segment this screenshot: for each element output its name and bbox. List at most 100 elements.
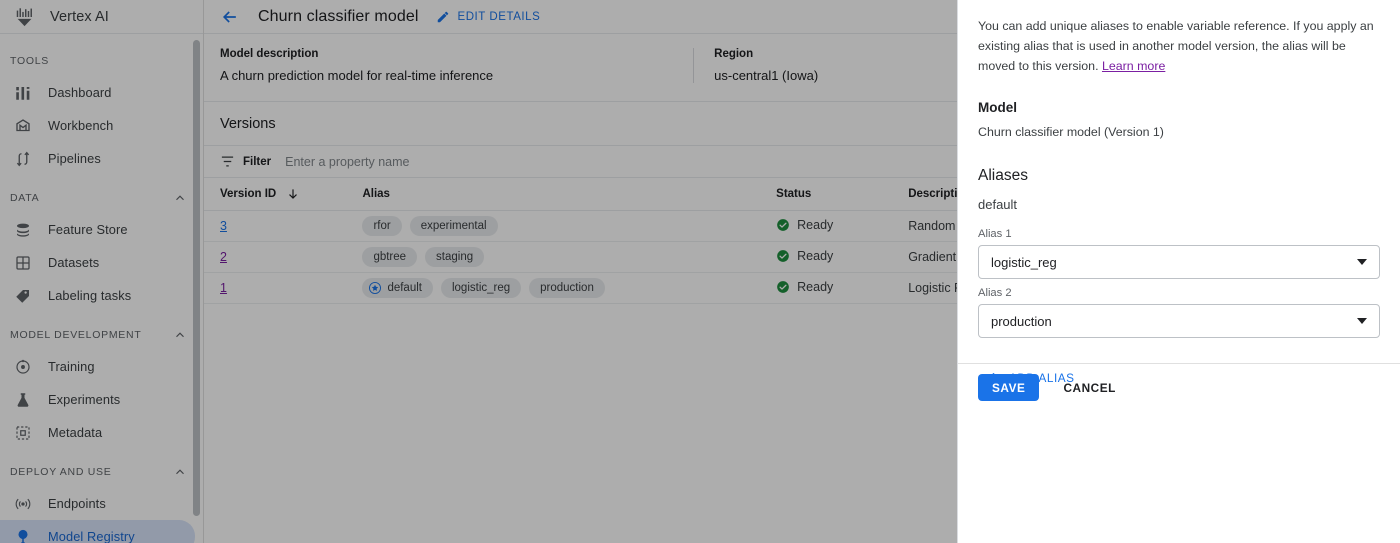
version-id-link[interactable]: 3 (220, 219, 227, 233)
panel-body: You can add unique aliases to enable var… (958, 0, 1400, 391)
sidebar-section-label: DATA (10, 192, 40, 204)
learn-more-link[interactable]: Learn more (1102, 59, 1165, 73)
alias-chip-group: default logistic_reg production (362, 278, 776, 298)
alias-chip: gbtree (362, 247, 418, 267)
sidebar-item-pipelines[interactable]: Pipelines (0, 142, 195, 175)
sidebar-item-workbench[interactable]: Workbench (0, 109, 195, 142)
sidebar-section-label: DEPLOY AND USE (10, 466, 112, 478)
sidebar-item-label: Model Registry (48, 529, 135, 543)
alias-1-select[interactable]: logistic_reg (978, 245, 1380, 279)
alias-field-2: Alias 2 production (978, 287, 1380, 338)
alias-2-value: production (991, 313, 1052, 329)
sidebar-item-labeling-tasks[interactable]: Labeling tasks (0, 279, 195, 312)
sidebar-item-dashboard[interactable]: Dashboard (0, 76, 195, 109)
region-value: us-central1 (Iowa) (714, 68, 819, 83)
status-badge: Ready (776, 249, 833, 263)
version-id-link[interactable]: 1 (220, 281, 227, 295)
vertex-ai-logo-icon (16, 7, 32, 26)
sidebar-section-label: TOOLS (10, 55, 50, 67)
model-registry-icon (18, 529, 28, 543)
sidebar-item-label: Experiments (48, 392, 121, 407)
alias-chip: staging (425, 247, 485, 267)
panel-model-value: Churn classifier model (Version 1) (978, 125, 1164, 139)
alias-chip-label: default (387, 282, 422, 294)
region-label: Region (714, 48, 754, 60)
model-description-block: Model description A churn prediction mod… (220, 48, 517, 83)
save-button[interactable]: SAVE (978, 374, 1040, 401)
training-icon (16, 359, 30, 374)
sidebar-item-experiments[interactable]: Experiments (0, 383, 195, 416)
panel-intro-copy: You can add unique aliases to enable var… (978, 19, 1374, 73)
version-id-link[interactable]: 2 (220, 250, 227, 264)
brand-name: Vertex AI (50, 8, 109, 25)
sidebar-item-model-registry[interactable]: Model Registry (0, 520, 195, 543)
column-header-status[interactable]: Status (776, 178, 909, 211)
pipelines-icon (16, 151, 30, 166)
sidebar-item-endpoints[interactable]: Endpoints (0, 487, 195, 520)
alias-2-select[interactable]: production (978, 304, 1380, 338)
sidebar-item-label: Pipelines (48, 151, 101, 166)
status-label: Ready (797, 248, 834, 263)
edit-aliases-panel: You can add unique aliases to enable var… (957, 0, 1400, 543)
sidebar-item-label: Workbench (48, 118, 114, 133)
labeling-tasks-icon (16, 289, 29, 303)
sidebar-section-tools: TOOLS (0, 46, 203, 76)
sidebar-item-training[interactable]: Training (0, 350, 195, 383)
page-title: Churn classifier model (258, 7, 419, 25)
cancel-button[interactable]: CANCEL (1053, 374, 1125, 401)
alias-chip: logistic_reg (440, 278, 522, 298)
sidebar-section-data[interactable]: DATA (0, 183, 203, 213)
alias-chip: experimental (409, 216, 498, 236)
sidebar-section-deploy-and-use[interactable]: DEPLOY AND USE (0, 457, 203, 487)
panel-aliases-heading: Aliases (978, 167, 1028, 184)
sidebar: Vertex AI TOOLS Dashboard Workbench Pipe… (0, 0, 204, 543)
panel-default-alias: default (978, 197, 1018, 212)
model-description-value: A churn prediction model for real-time i… (220, 68, 494, 83)
panel-actions: SAVE CANCEL (978, 374, 1126, 401)
sidebar-item-datasets[interactable]: Datasets (0, 246, 195, 279)
alias-chip-group: rfor experimental (362, 216, 776, 236)
column-header-version-id[interactable]: Version ID (204, 178, 363, 211)
chevron-up-icon (176, 469, 184, 475)
feature-store-icon (17, 223, 29, 237)
alias-field-2-label: Alias 2 (978, 287, 1012, 299)
brand-header: Vertex AI (0, 0, 203, 34)
back-arrow-icon[interactable] (220, 7, 240, 27)
sidebar-scrollbar[interactable] (193, 40, 200, 516)
sidebar-item-label: Metadata (48, 425, 103, 440)
chevron-up-icon (176, 332, 184, 338)
status-badge: Ready (776, 218, 833, 232)
check-circle-icon (777, 249, 789, 262)
sidebar-item-label: Endpoints (48, 496, 106, 511)
sidebar-item-label: Labeling tasks (48, 288, 132, 303)
sidebar-item-metadata[interactable]: Metadata (0, 416, 195, 449)
app-root: Vertex AI TOOLS Dashboard Workbench Pipe… (0, 0, 1400, 543)
model-description-label: Model description (220, 48, 319, 60)
endpoints-icon (15, 498, 31, 509)
sidebar-item-feature-store[interactable]: Feature Store (0, 213, 195, 246)
workbench-icon (16, 118, 30, 131)
metadata-icon (16, 425, 30, 440)
filter-label: Filter (243, 155, 272, 168)
alias-chip: rfor (362, 216, 402, 236)
sidebar-item-label: Training (48, 359, 95, 374)
sort-descending-arrow-icon (289, 189, 298, 199)
edit-details-button[interactable]: EDIT DETAILS (436, 10, 540, 24)
sidebar-section-model-development[interactable]: MODEL DEVELOPMENT (0, 320, 203, 350)
panel-divider (958, 363, 1400, 364)
panel-intro-text: You can add unique aliases to enable var… (978, 16, 1380, 76)
panel-model-heading: Model (978, 100, 1017, 115)
experiments-flask-icon (17, 392, 29, 407)
alias-chip-group: gbtree staging (362, 247, 776, 267)
sidebar-section-label: MODEL DEVELOPMENT (10, 329, 142, 341)
column-header-alias[interactable]: Alias (362, 178, 777, 211)
status-label: Ready (797, 279, 834, 294)
dashboard-icon (16, 86, 30, 100)
chevron-down-icon (1357, 318, 1367, 324)
filter-icon[interactable] (220, 154, 235, 169)
default-star-icon (369, 281, 382, 295)
alias-chip-default: default (362, 278, 433, 298)
status-badge: Ready (776, 280, 833, 294)
filter-input[interactable] (279, 153, 600, 170)
check-circle-icon (777, 218, 789, 231)
